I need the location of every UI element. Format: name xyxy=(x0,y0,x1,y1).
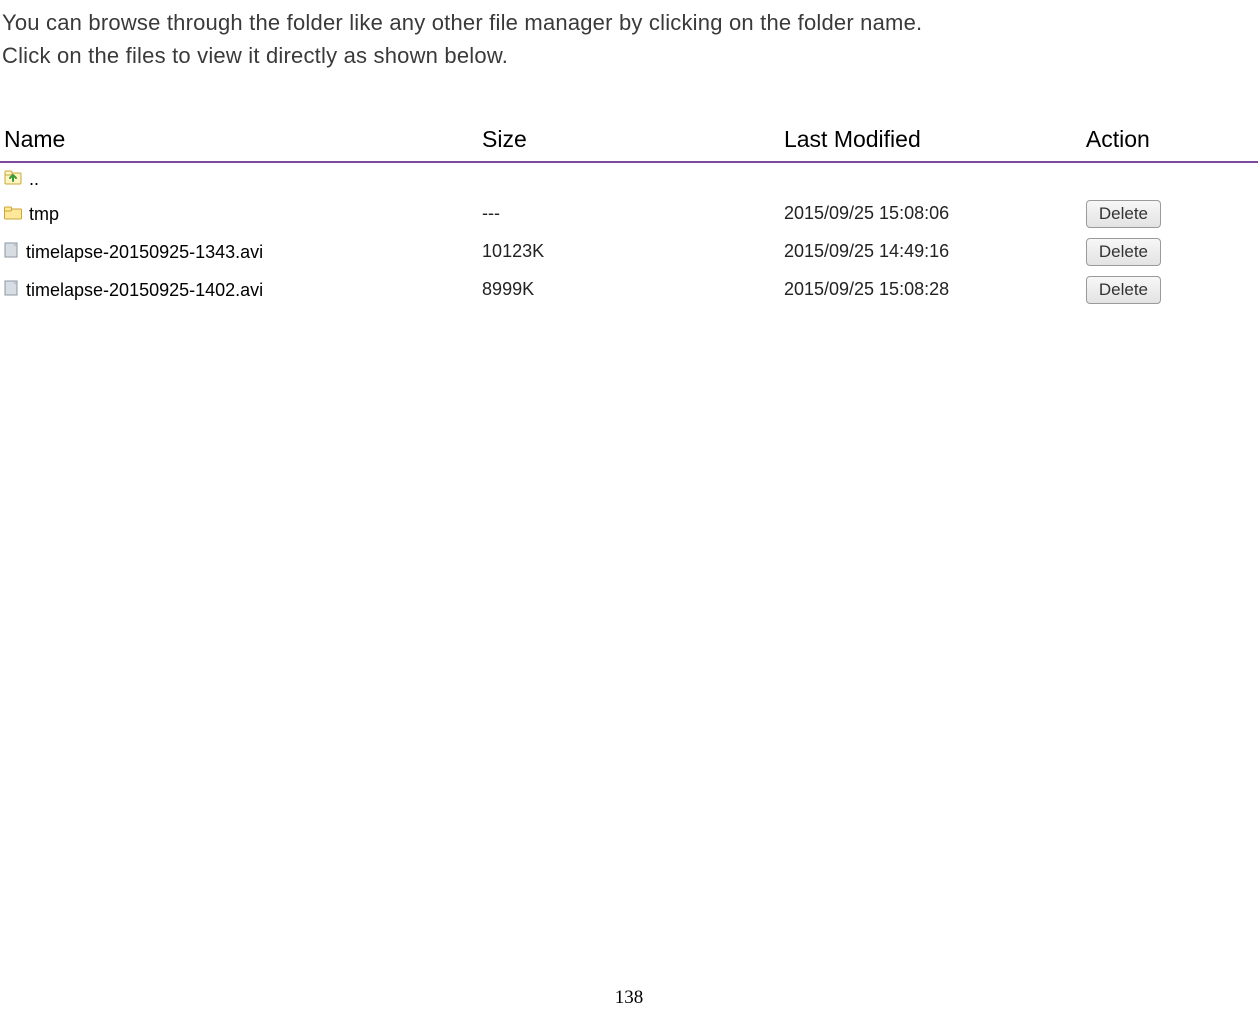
up-folder-icon xyxy=(4,169,22,190)
header-size: Size xyxy=(478,120,780,162)
delete-button[interactable]: Delete xyxy=(1086,238,1161,266)
size-cell: --- xyxy=(478,195,780,233)
delete-button[interactable]: Delete xyxy=(1086,276,1161,304)
modified-cell: 2015/09/25 14:49:16 xyxy=(780,233,1082,271)
header-action: Action xyxy=(1082,120,1258,162)
table-row: tmp --- 2015/09/25 15:08:06 Delete xyxy=(0,195,1258,233)
modified-cell: 2015/09/25 15:08:28 xyxy=(780,271,1082,309)
intro-text: You can browse through the folder like a… xyxy=(0,0,1258,72)
up-link[interactable]: .. xyxy=(29,169,39,189)
folder-link[interactable]: tmp xyxy=(29,204,59,224)
up-row[interactable]: .. xyxy=(0,162,1258,195)
file-link[interactable]: timelapse-20150925-1343.avi xyxy=(26,242,263,262)
table-row: timelapse-20150925-1402.avi 8999K 2015/0… xyxy=(0,271,1258,309)
file-icon xyxy=(4,280,19,301)
page-number: 138 xyxy=(0,987,1258,1009)
intro-line-1: You can browse through the folder like a… xyxy=(2,6,1258,39)
size-cell: 10123K xyxy=(478,233,780,271)
file-link[interactable]: timelapse-20150925-1402.avi xyxy=(26,280,263,300)
table-row: timelapse-20150925-1343.avi 10123K 2015/… xyxy=(0,233,1258,271)
file-icon xyxy=(4,242,19,263)
intro-line-2: Click on the files to view it directly a… xyxy=(2,39,1258,72)
modified-cell: 2015/09/25 15:08:06 xyxy=(780,195,1082,233)
file-table: Name Size Last Modified Action .. xyxy=(0,120,1258,309)
size-cell: 8999K xyxy=(478,271,780,309)
header-name: Name xyxy=(0,120,478,162)
folder-icon xyxy=(4,204,22,225)
header-modified: Last Modified xyxy=(780,120,1082,162)
delete-button[interactable]: Delete xyxy=(1086,200,1161,228)
